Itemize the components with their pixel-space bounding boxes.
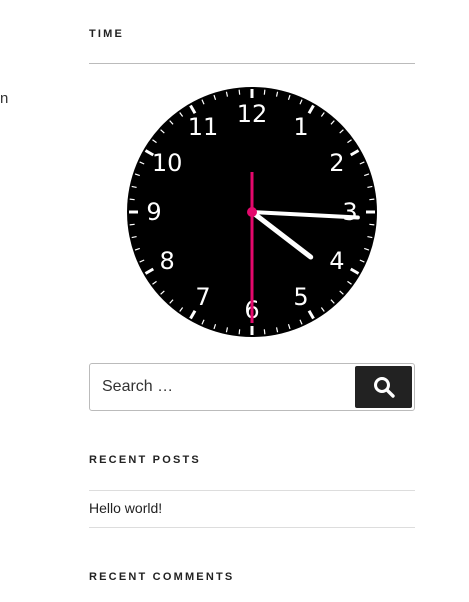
clock-minute-tick (129, 198, 135, 201)
clock-number: 5 (293, 283, 308, 311)
search-form (89, 363, 415, 411)
clock-number: 1 (293, 113, 308, 141)
recent-post-link[interactable]: Hello world! (89, 500, 162, 516)
clock-number: 4 (329, 247, 344, 275)
clock-minute-tick (238, 89, 241, 95)
clock-center-dot (247, 207, 257, 217)
recent-posts-divider-bottom (89, 527, 415, 528)
clock-number: 7 (195, 283, 210, 311)
search-input[interactable] (90, 364, 350, 410)
search-icon (373, 377, 395, 398)
clock-number: 3 (342, 198, 357, 226)
clock-minute-tick (369, 223, 375, 226)
time-widget-title: TIME (89, 28, 125, 40)
clock-number: 10 (152, 149, 183, 177)
clock-minute-tick (263, 89, 266, 95)
clock-number: 8 (159, 247, 174, 275)
clock-minute-tick (369, 198, 375, 201)
clock-minute-tick (238, 329, 241, 335)
recent-comments-title: RECENT COMMENTS (89, 571, 235, 583)
clock-number: 9 (146, 198, 161, 226)
clock-number: 11 (188, 113, 219, 141)
time-widget-divider (89, 63, 415, 64)
recent-posts-title: RECENT POSTS (89, 454, 201, 466)
clock-number: 12 (237, 100, 268, 128)
clock-minute-tick (263, 329, 266, 335)
clock-number: 2 (329, 149, 344, 177)
clock-minute-tick (129, 223, 135, 226)
analog-clock: 121234567891011 (126, 86, 378, 338)
page-content-edge-text: n (0, 90, 9, 107)
recent-posts-divider-top (89, 490, 415, 491)
clock-face-svg: 121234567891011 (127, 87, 377, 337)
search-button[interactable] (355, 366, 412, 408)
